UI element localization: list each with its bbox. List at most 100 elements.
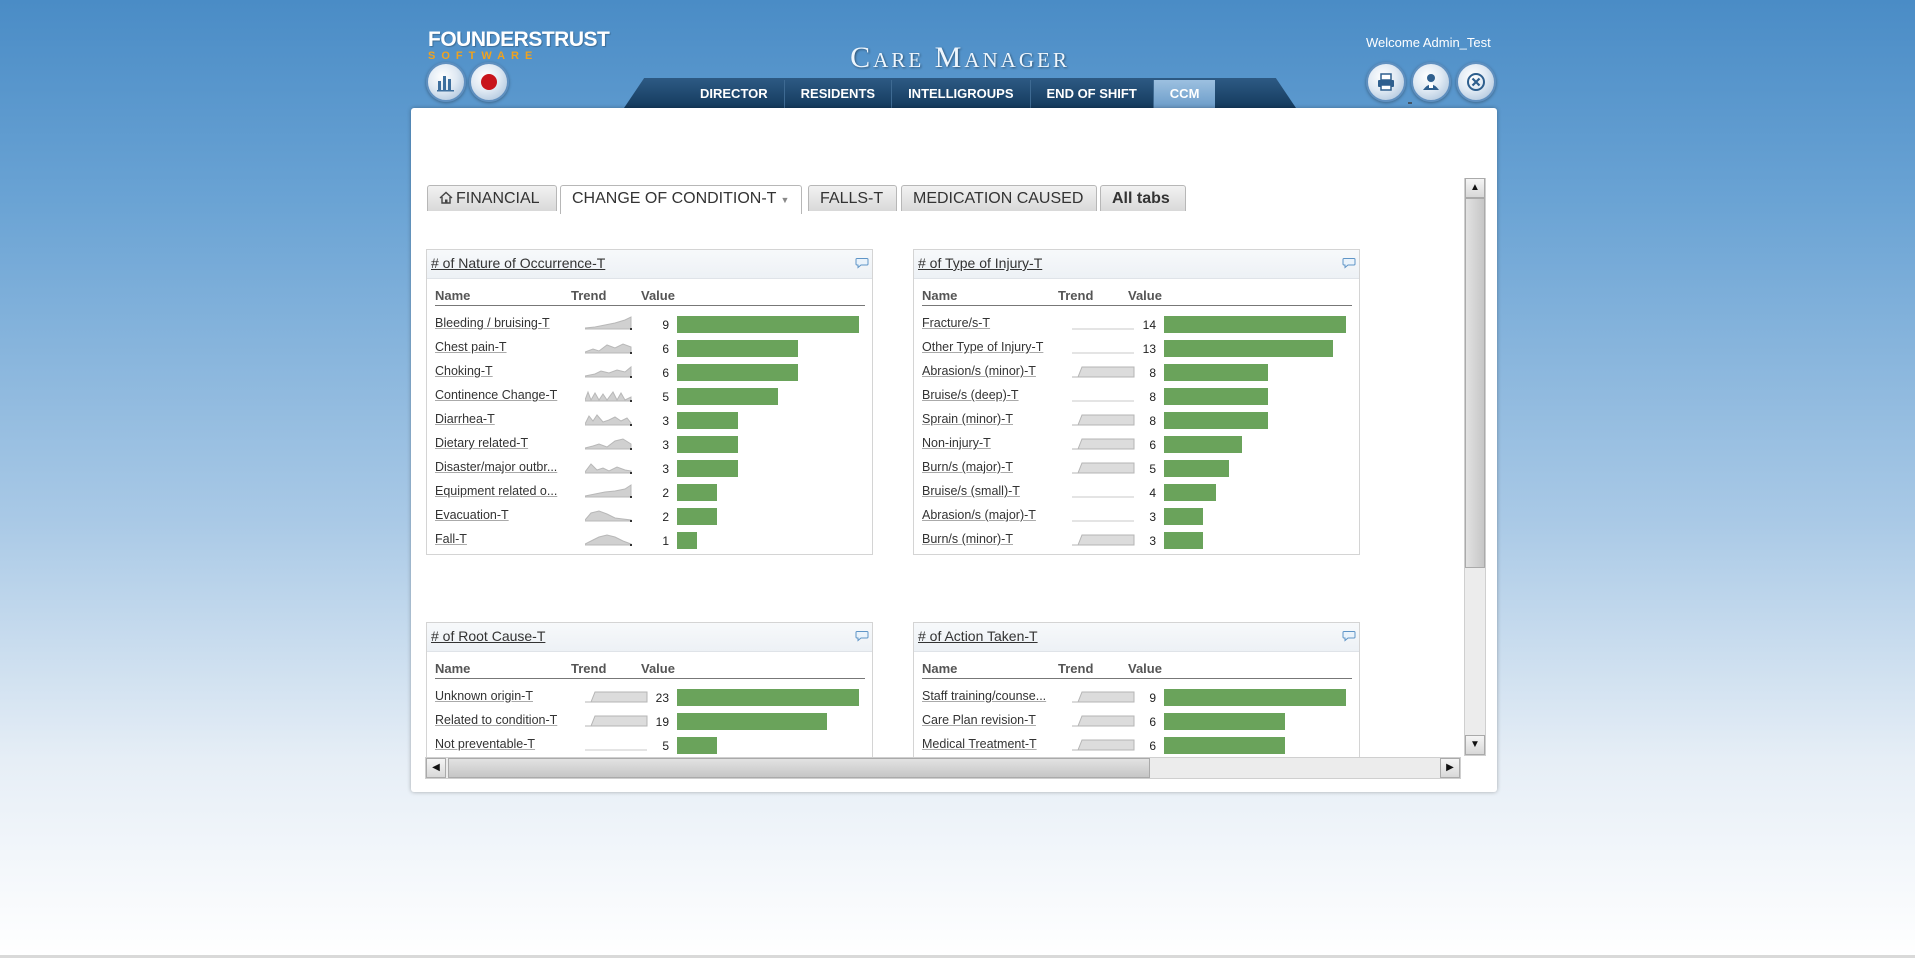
row-name-link[interactable]: Dietary related-T: [435, 436, 563, 450]
column-headers: Name Trend Value: [435, 288, 865, 306]
value-bar[interactable]: [1164, 364, 1268, 381]
table-row: Other Type of Injury-T 13: [922, 338, 1352, 362]
logout-button[interactable]: [1456, 62, 1496, 102]
row-name-link[interactable]: Equipment related o...: [435, 484, 563, 498]
row-name-link[interactable]: Related to condition-T: [435, 713, 563, 727]
row-name-link[interactable]: Non-injury-T: [922, 436, 1050, 450]
bar-chart-icon: [437, 76, 454, 92]
sparkline-step: [1072, 691, 1135, 703]
value-bar[interactable]: [1164, 340, 1333, 357]
scroll-left-button[interactable]: ◀: [426, 758, 446, 778]
value-bar[interactable]: [1164, 388, 1268, 405]
sparkline-area: [584, 390, 632, 402]
widget-title[interactable]: # of Action Taken-T: [918, 628, 1038, 644]
comment-icon[interactable]: [855, 630, 869, 642]
nav-director[interactable]: DIRECTOR: [684, 80, 785, 108]
widget-nature-of-occurrence: # of Nature of Occurrence-T Name Trend V…: [426, 249, 873, 555]
widget-title[interactable]: # of Root Cause-T: [431, 628, 545, 644]
value-bar[interactable]: [1164, 484, 1216, 501]
value-bar[interactable]: [677, 316, 859, 333]
close-icon: [1467, 73, 1485, 91]
row-value: 19: [655, 715, 669, 729]
table-row: Unknown origin-T 23: [435, 687, 865, 711]
value-bar[interactable]: [677, 737, 717, 754]
row-name-link[interactable]: Evacuation-T: [435, 508, 563, 522]
value-bar[interactable]: [677, 388, 778, 405]
value-bar[interactable]: [677, 484, 717, 501]
row-name-link[interactable]: Staff training/counse...: [922, 689, 1050, 703]
row-name-link[interactable]: Chest pain-T: [435, 340, 563, 354]
print-button[interactable]: [1366, 62, 1406, 102]
horizontal-scroll-thumb[interactable]: [448, 758, 1150, 778]
row-name-link[interactable]: Other Type of Injury-T: [922, 340, 1050, 354]
row-name-link[interactable]: Bruise/s (small)-T: [922, 484, 1050, 498]
value-bar[interactable]: [677, 713, 827, 730]
value-bar[interactable]: [1164, 316, 1346, 333]
comment-icon[interactable]: [1342, 630, 1356, 642]
row-name-link[interactable]: Bleeding / bruising-T: [435, 316, 563, 330]
row-name-link[interactable]: Medical Treatment-T: [922, 737, 1050, 751]
value-bar[interactable]: [1164, 737, 1285, 754]
sparkline-area: [584, 414, 632, 426]
row-trend: [584, 411, 635, 432]
value-bar[interactable]: [677, 340, 798, 357]
row-value: 6: [662, 342, 669, 356]
row-name-link[interactable]: Abrasion/s (minor)-T: [922, 364, 1050, 378]
nav-end-of-shift[interactable]: END OF SHIFT: [1031, 80, 1154, 108]
widget-type-of-injury: # of Type of Injury-T Name Trend Value F…: [913, 249, 1360, 555]
scroll-right-button[interactable]: ▶: [1440, 758, 1460, 778]
row-name-link[interactable]: Fall-T: [435, 532, 563, 546]
vertical-scroll-thumb[interactable]: [1465, 198, 1485, 568]
nav-residents[interactable]: RESIDENTS: [785, 80, 893, 108]
dashboard-button[interactable]: [426, 62, 466, 102]
value-bar[interactable]: [1164, 689, 1346, 706]
welcome-text: Welcome Admin_Test: [1366, 35, 1491, 50]
value-bar[interactable]: [677, 689, 859, 706]
value-bar[interactable]: [677, 364, 798, 381]
value-bar[interactable]: [677, 436, 738, 453]
row-trend: [584, 507, 635, 528]
row-name-link[interactable]: Disaster/major outbr...: [435, 460, 563, 474]
row-name-link[interactable]: Not preventable-T: [435, 737, 563, 751]
trend-sparkline: [584, 438, 632, 450]
widget-title[interactable]: # of Nature of Occurrence-T: [431, 255, 605, 271]
row-name-link[interactable]: Bruise/s (deep)-T: [922, 388, 1050, 402]
nav-intelligroups[interactable]: INTELLIGROUPS: [892, 80, 1031, 108]
value-bar[interactable]: [1164, 713, 1285, 730]
value-bar[interactable]: [677, 532, 697, 549]
comment-icon[interactable]: [855, 257, 869, 269]
row-name-link[interactable]: Unknown origin-T: [435, 689, 563, 703]
row-name-link[interactable]: Continence Change-T: [435, 388, 563, 402]
value-bar[interactable]: [677, 412, 738, 429]
sparkline-dot: [630, 472, 632, 474]
value-bar[interactable]: [1164, 436, 1242, 453]
row-value: 6: [662, 366, 669, 380]
row-name-link[interactable]: Burn/s (major)-T: [922, 460, 1050, 474]
value-bar[interactable]: [1164, 508, 1203, 525]
row-name-link[interactable]: Choking-T: [435, 364, 563, 378]
scroll-down-button[interactable]: ▼: [1465, 735, 1485, 755]
value-bar[interactable]: [677, 460, 738, 477]
row-name-link[interactable]: Diarrhea-T: [435, 412, 563, 426]
value-bar[interactable]: [1164, 460, 1229, 477]
comment-icon[interactable]: [1342, 257, 1356, 269]
value-bar[interactable]: [1164, 532, 1203, 549]
row-value: 5: [1149, 462, 1156, 476]
founderstrust-logo: FOUNDERSTRUST SOFTWARE: [428, 29, 610, 62]
record-button[interactable]: [469, 62, 509, 102]
row-name-link[interactable]: Abrasion/s (major)-T: [922, 508, 1050, 522]
nav-ccm[interactable]: CCM: [1153, 80, 1216, 108]
user-profile-button[interactable]: [1411, 62, 1451, 102]
value-bar[interactable]: [1164, 412, 1268, 429]
scroll-up-button[interactable]: ▲: [1465, 178, 1485, 198]
row-name-link[interactable]: Sprain (minor)-T: [922, 412, 1050, 426]
row-name-link[interactable]: Fracture/s-T: [922, 316, 1050, 330]
row-name-link[interactable]: Burn/s (minor)-T: [922, 532, 1050, 546]
value-bar[interactable]: [677, 508, 717, 525]
row-name-link[interactable]: Care Plan revision-T: [922, 713, 1050, 727]
table-row: Choking-T 6: [435, 362, 865, 386]
col-trend: Trend: [1058, 661, 1094, 676]
trend-sparkline: [584, 414, 632, 426]
sparkline-dot: [630, 520, 632, 522]
widget-title[interactable]: # of Type of Injury-T: [918, 255, 1042, 271]
